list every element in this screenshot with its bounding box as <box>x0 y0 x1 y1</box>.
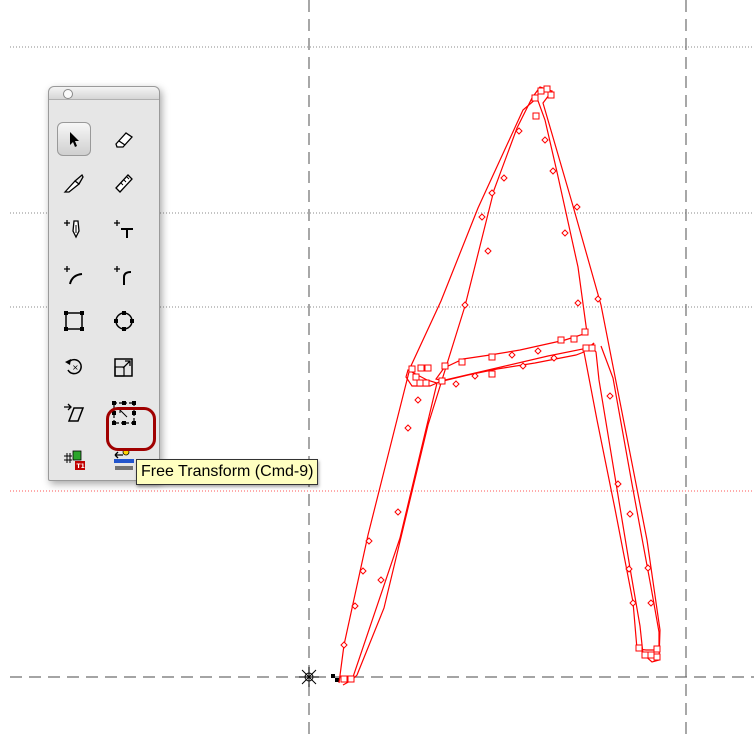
add-tangent-point-button[interactable] <box>107 212 141 246</box>
start-point-marker <box>331 674 339 682</box>
ruler-icon <box>115 174 133 193</box>
hint-tool-button[interactable]: T1 <box>57 443 91 477</box>
rotate-tool-button[interactable]: × <box>57 350 91 384</box>
pen-corner-icon <box>64 220 80 239</box>
scale-tool-button[interactable] <box>107 350 141 384</box>
rectangle-tool-button[interactable] <box>57 304 91 338</box>
knife-icon <box>63 173 84 193</box>
outline-points <box>340 85 661 683</box>
close-icon[interactable] <box>63 89 73 99</box>
glyph-outline-A[interactable] <box>338 86 661 686</box>
control-points <box>340 127 655 649</box>
ellipse-tool-button[interactable] <box>107 304 141 338</box>
free-transform-highlight <box>106 407 156 451</box>
hint-grid-icon: T1 <box>64 450 85 470</box>
origin-icon <box>299 667 319 687</box>
pen-curve-icon <box>64 266 83 285</box>
scale-icon <box>114 358 133 377</box>
add-corner-point-button[interactable] <box>57 212 91 246</box>
ellipse-icon <box>114 311 134 331</box>
arrow-pointer-icon <box>70 132 79 147</box>
pointer-tool-button[interactable] <box>57 122 91 156</box>
skew-icon <box>64 403 85 422</box>
pen-tangent-icon <box>114 220 133 238</box>
measure-tool-button[interactable] <box>107 166 141 200</box>
add-curve-point-button[interactable] <box>57 258 91 292</box>
knife-tool-button[interactable] <box>57 166 91 200</box>
pen-smooth-icon <box>114 266 132 285</box>
add-smooth-point-button[interactable] <box>107 258 141 292</box>
rectangle-icon <box>64 311 84 331</box>
svg-text:×: × <box>72 363 79 372</box>
eraser-icon <box>115 132 133 148</box>
rotate-icon: × <box>65 358 82 375</box>
tooltip: Free Transform (Cmd-9) <box>136 459 319 485</box>
skew-tool-button[interactable] <box>57 396 91 430</box>
svg-text:T1: T1 <box>77 463 85 470</box>
palette-title-bar[interactable] <box>49 87 159 100</box>
eraser-tool-button[interactable] <box>107 122 141 156</box>
